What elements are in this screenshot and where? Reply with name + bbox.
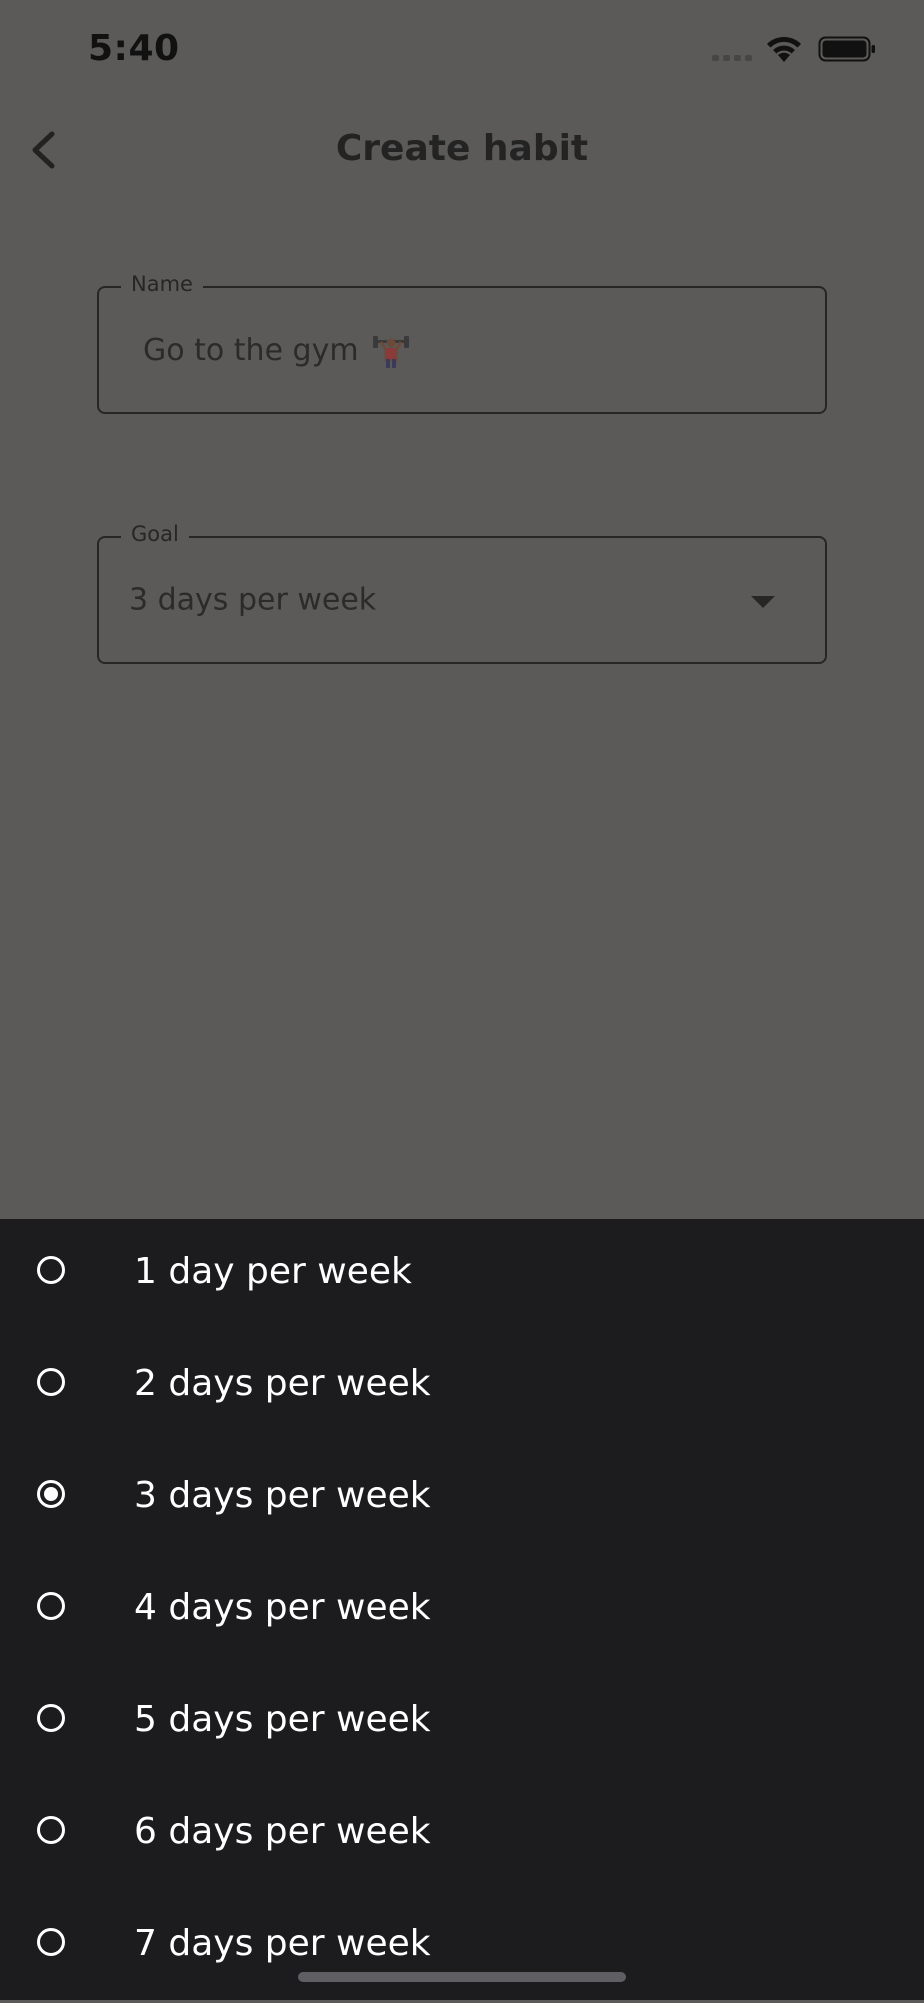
radio-icon[interactable] <box>37 1368 65 1396</box>
option-5-days[interactable]: 5 days per week <box>0 1667 924 1779</box>
nav-bar: Create habit <box>0 110 924 190</box>
signal-icon <box>712 55 752 61</box>
option-1-day[interactable]: 1 day per week <box>0 1219 924 1331</box>
goal-field[interactable]: Goal 3 days per week <box>97 522 827 664</box>
goal-options-sheet: 1 day per week 2 days per week 3 days pe… <box>0 1219 924 2000</box>
caret-down-icon[interactable] <box>751 596 775 608</box>
option-6-days[interactable]: 6 days per week <box>0 1779 924 1891</box>
option-label: 7 days per week <box>134 1923 431 1964</box>
option-label: 6 days per week <box>134 1811 431 1852</box>
wifi-icon <box>767 36 801 62</box>
radio-selected-icon[interactable] <box>37 1480 65 1508</box>
option-label: 4 days per week <box>134 1587 431 1628</box>
weight-lifter-emoji <box>372 336 409 368</box>
radio-icon[interactable] <box>37 1592 65 1620</box>
status-time: 5:40 <box>88 28 180 69</box>
option-label: 3 days per week <box>134 1475 431 1516</box>
option-2-days[interactable]: 2 days per week <box>0 1331 924 1443</box>
name-field-label: Name <box>121 272 203 296</box>
goal-field-label: Goal <box>121 522 189 546</box>
battery-icon <box>818 36 875 62</box>
name-field-value-wrapper: Go to the gym <box>143 330 411 370</box>
option-label: 5 days per week <box>134 1699 431 1740</box>
radio-icon[interactable] <box>37 1816 65 1844</box>
option-3-days[interactable]: 3 days per week <box>0 1443 924 1555</box>
radio-icon[interactable] <box>37 1928 65 1956</box>
goal-field-value: 3 days per week <box>129 582 377 618</box>
home-indicator[interactable] <box>298 1972 626 1982</box>
option-4-days[interactable]: 4 days per week <box>0 1555 924 1667</box>
option-label: 2 days per week <box>134 1363 431 1404</box>
option-label: 1 day per week <box>134 1251 412 1292</box>
option-7-days[interactable]: 7 days per week <box>0 1891 924 2003</box>
radio-icon[interactable] <box>37 1704 65 1732</box>
radio-icon[interactable] <box>37 1256 65 1284</box>
name-field[interactable]: Name Go to the gym <box>97 272 827 414</box>
page-title: Create habit <box>335 128 589 169</box>
status-bar: 5:40 <box>0 0 924 100</box>
name-field-value: Go to the gym <box>143 332 359 368</box>
